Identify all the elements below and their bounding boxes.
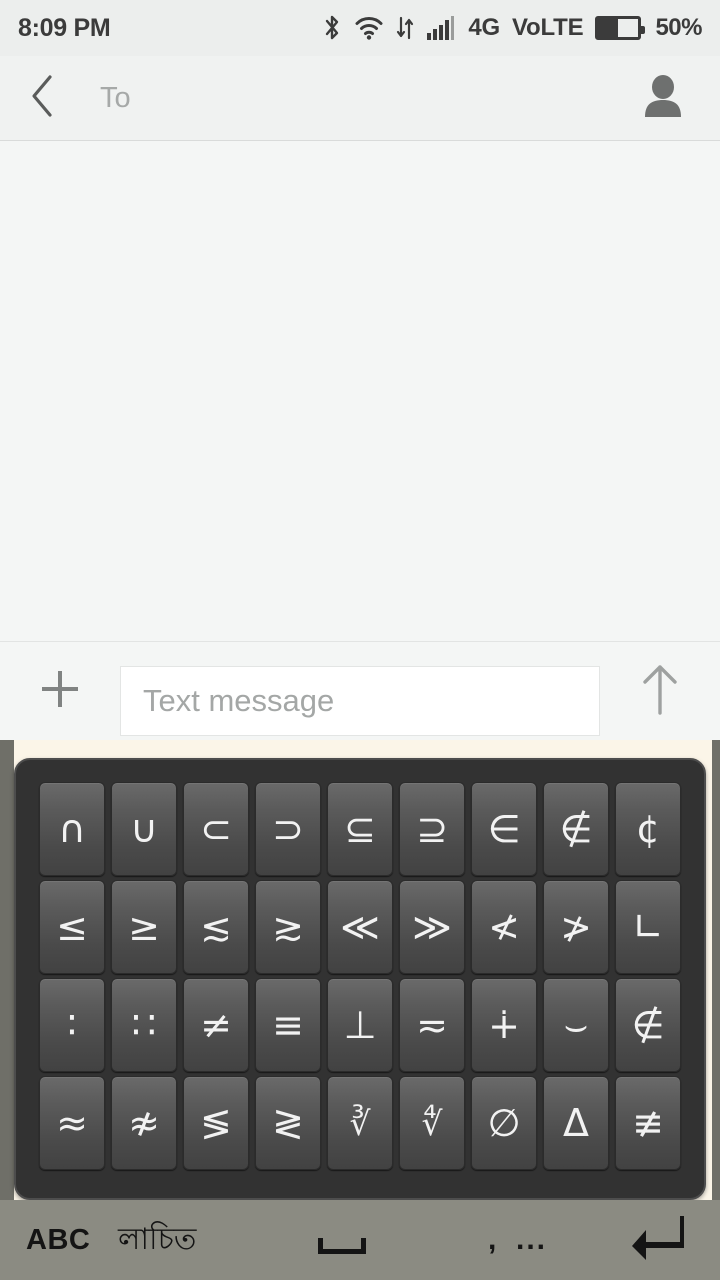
battery-icon <box>595 16 646 40</box>
key-almost-equal[interactable]: ≈ <box>39 1076 105 1170</box>
volte-label: VoLTE <box>512 14 584 41</box>
key-proportion[interactable]: ∷ <box>111 978 177 1072</box>
message-input[interactable]: Text message <box>120 665 600 736</box>
send-arrow-up-icon <box>637 661 683 722</box>
key-perpendicular[interactable]: ⊥ <box>327 978 393 1072</box>
attach-button[interactable] <box>0 643 120 740</box>
key-not-element-of[interactable]: ∉ <box>543 782 609 876</box>
contact-person-icon <box>642 73 684 124</box>
back-button[interactable] <box>0 56 86 141</box>
keyboard-right-strip <box>712 740 720 1200</box>
key-greater-than-or-equal[interactable]: ≥ <box>111 880 177 974</box>
key-greater-or-less[interactable]: ≷ <box>255 1076 321 1170</box>
key-not-identical-to[interactable]: ≢ <box>615 1076 681 1170</box>
key-subset-of[interactable]: ⊂ <box>183 782 249 876</box>
keyboard-row-2: ≤ ≥ ≲ ≳ ≪ ≫ ≮ ≯ ∟ <box>28 880 692 974</box>
signal-bars-icon <box>426 15 456 41</box>
key-ratio[interactable]: ∶ <box>39 978 105 1072</box>
key-cube-root[interactable]: ∛ <box>327 1076 393 1170</box>
compose-bar: Text message <box>0 643 720 740</box>
plus-attach-icon <box>36 665 84 718</box>
status-indicators: 4G VoLTE 50% <box>322 14 702 42</box>
send-button[interactable] <box>600 643 720 740</box>
key-intersection[interactable]: ∩ <box>39 782 105 876</box>
key-greater-than-or-equivalent[interactable]: ≳ <box>255 880 321 974</box>
conversation-area[interactable] <box>0 142 720 642</box>
comma-key[interactable]: , <box>488 1223 496 1257</box>
data-transfer-icon <box>396 15 414 41</box>
network-type-label: 4G <box>468 14 501 41</box>
key-much-greater-than[interactable]: ≫ <box>399 880 465 974</box>
key-subset-or-equal[interactable]: ⊆ <box>327 782 393 876</box>
key-superset-of[interactable]: ⊃ <box>255 782 321 876</box>
enter-key[interactable] <box>628 1212 684 1269</box>
keyboard-left-strip <box>0 740 14 1200</box>
key-right-angle[interactable]: ∟ <box>615 880 681 974</box>
enter-return-icon <box>628 1212 684 1269</box>
keyboard-row-4: ≈ ≉ ≶ ≷ ∛ ∜ ∅ Δ ≢ <box>28 1076 692 1170</box>
keyboard-row-3: ∶ ∷ ≠ ≡ ⊥ ≂ ∔ ⌣ ∉ <box>28 978 692 1072</box>
bluetooth-icon <box>322 14 342 42</box>
keyboard-bottom-bar: ABC লাচিত , ... <box>0 1200 720 1280</box>
back-chevron-icon <box>28 73 58 124</box>
ellipsis-key[interactable]: ... <box>516 1223 547 1257</box>
language-switch-button[interactable]: লাচিত <box>118 1215 196 1266</box>
space-bar-icon[interactable] <box>318 1238 366 1254</box>
key-less-or-greater[interactable]: ≶ <box>183 1076 249 1170</box>
key-plus-with-tilde-below[interactable]: ≂ <box>399 978 465 1072</box>
keyboard-row-1: ∩ ∪ ⊂ ⊃ ⊆ ⊇ ∈ ∉ ¢ <box>28 782 692 876</box>
contact-picker-button[interactable] <box>642 73 684 124</box>
recipient-input[interactable]: To <box>100 82 131 115</box>
key-superset-or-equal[interactable]: ⊇ <box>399 782 465 876</box>
key-not-element-of-slashed-c[interactable]: ∉ <box>615 978 681 1072</box>
battery-percent-label: 50% <box>655 14 702 41</box>
status-time: 8:09 PM <box>18 13 111 42</box>
keyboard-panel: ∩ ∪ ⊂ ⊃ ⊆ ⊇ ∈ ∉ ¢ ≤ ≥ ≲ ≳ ≪ ≫ ≮ ≯ ∟ ∶ ∷ … <box>14 758 706 1200</box>
key-delta[interactable]: Δ <box>543 1076 609 1170</box>
key-not-equal[interactable]: ≠ <box>183 978 249 1072</box>
abc-layout-button[interactable]: ABC <box>26 1224 90 1257</box>
key-not-greater-than[interactable]: ≯ <box>543 880 609 974</box>
key-element-of[interactable]: ∈ <box>471 782 537 876</box>
key-less-than-or-equal[interactable]: ≤ <box>39 880 105 974</box>
key-identical-to[interactable]: ≡ <box>255 978 321 1072</box>
key-not-less-than[interactable]: ≮ <box>471 880 537 974</box>
key-less-than-or-equivalent[interactable]: ≲ <box>183 880 249 974</box>
key-fourth-root[interactable]: ∜ <box>399 1076 465 1170</box>
key-smile-arc[interactable]: ⌣ <box>543 978 609 1072</box>
key-plus-with-tilde-above[interactable]: ∔ <box>471 978 537 1072</box>
key-much-less-than[interactable]: ≪ <box>327 880 393 974</box>
message-input-placeholder: Text message <box>143 682 335 718</box>
nav-bar: To <box>0 56 720 141</box>
key-cent-sign[interactable]: ¢ <box>615 782 681 876</box>
phone-screen: 8:09 PM 4G VoLTE 50% To Text message ∩ ∪… <box>0 0 720 1280</box>
key-not-almost-equal[interactable]: ≉ <box>111 1076 177 1170</box>
key-empty-set[interactable]: ∅ <box>471 1076 537 1170</box>
wifi-icon <box>354 15 384 41</box>
status-bar: 8:09 PM 4G VoLTE 50% <box>0 0 720 56</box>
key-union[interactable]: ∪ <box>111 782 177 876</box>
